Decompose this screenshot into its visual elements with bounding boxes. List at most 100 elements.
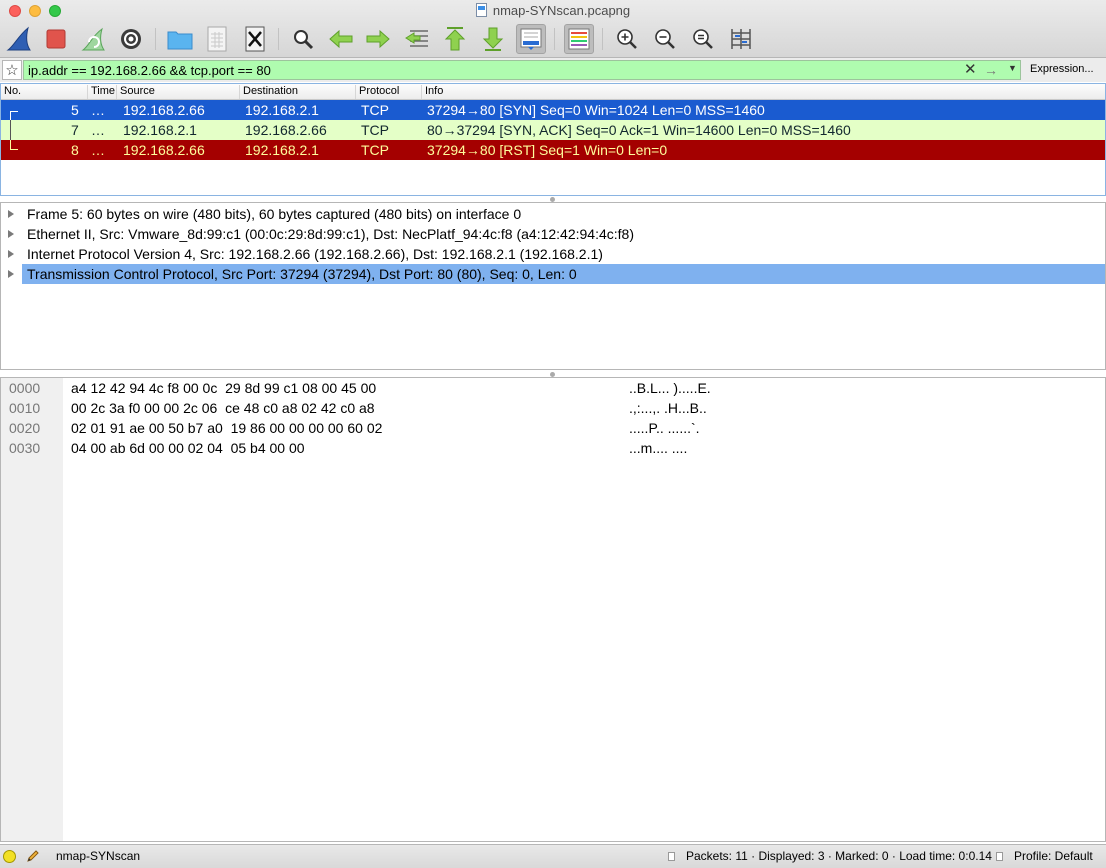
packet-row[interactable]: 5 … 192.168.2.66 192.168.2.1 TCP 37294→8… (1, 100, 1105, 120)
status-profile[interactable]: Profile: Default (1014, 845, 1093, 867)
shark-fin-icon (6, 26, 31, 51)
save-file-button[interactable] (202, 24, 232, 54)
packet-info: 37294→80 [SYN] Seq=0 Win=1024 Len=0 MSS=… (427, 102, 765, 118)
packet-destination: 192.168.2.1 (245, 102, 319, 118)
bytes-ascii[interactable]: .,:...,. .H...B.. (629, 398, 707, 418)
zoom-in-button[interactable] (612, 24, 642, 54)
conversation-bracket (10, 140, 18, 150)
column-header-protocol[interactable]: Protocol (355, 85, 399, 99)
document-grid-icon (207, 26, 227, 52)
conversation-bracket (10, 111, 18, 120)
gear-icon (121, 29, 141, 49)
toolbar-separator (278, 28, 279, 50)
filter-history-chevron-down-icon[interactable]: ▼ (1008, 63, 1017, 73)
stop-capture-button[interactable] (41, 24, 71, 54)
open-file-button[interactable] (165, 24, 195, 54)
expand-triangle-icon[interactable] (8, 250, 14, 258)
bytes-ascii[interactable]: .....P.. ......`. (629, 418, 700, 438)
packet-time: … (91, 122, 105, 138)
window-title-text: nmap-SYNscan.pcapng (492, 3, 631, 18)
zoom-out-button[interactable] (650, 24, 680, 54)
status-file-name: nmap-SYNscan (56, 849, 141, 863)
column-header-destination[interactable]: Destination (239, 85, 298, 99)
packet-protocol: TCP (361, 122, 389, 138)
column-header-no[interactable]: No. (1, 85, 21, 99)
expand-triangle-icon[interactable] (8, 210, 14, 218)
resize-columns-button[interactable] (726, 24, 756, 54)
autoscroll-icon (520, 28, 542, 50)
find-packet-button[interactable] (288, 24, 318, 54)
detail-tree-item-selected[interactable]: Transmission Control Protocol, Src Port:… (1, 264, 1105, 284)
zoom-in-icon (617, 29, 637, 49)
bytes-hex[interactable]: a4 12 42 94 4c f8 00 0c 29 8d 99 c1 08 0… (71, 378, 376, 398)
restart-capture-button[interactable] (78, 24, 108, 54)
arrow-up-icon (444, 27, 466, 51)
arrow-left-icon (329, 29, 353, 49)
go-back-button[interactable] (326, 24, 356, 54)
expand-triangle-icon[interactable] (8, 230, 14, 238)
detail-tree-item[interactable]: Frame 5: 60 bytes on wire (480 bits), 60… (1, 204, 1105, 224)
packet-number: 5 (71, 102, 79, 118)
bytes-hex[interactable]: 04 00 ab 6d 00 00 02 04 05 b4 00 00 (71, 438, 305, 458)
bytes-ascii[interactable]: ..B.L... ).....E. (629, 378, 711, 398)
detail-tree-item[interactable]: Internet Protocol Version 4, Src: 192.16… (1, 244, 1105, 264)
expert-info-led-icon[interactable] (3, 850, 16, 863)
packet-info: 80→37294 [SYN, ACK] Seq=0 Ack=1 Win=1460… (427, 122, 851, 138)
packet-source: 192.168.2.66 (123, 102, 205, 118)
file-properties-icon[interactable] (668, 852, 675, 861)
colorize-list-icon (568, 28, 590, 50)
go-first-button[interactable] (440, 24, 470, 54)
colorize-button[interactable] (564, 24, 594, 54)
arrow-down-icon (482, 27, 504, 51)
normal-size-button[interactable] (688, 24, 718, 54)
toolbar-separator (602, 28, 603, 50)
pcap-file-icon (475, 3, 487, 17)
column-header-source[interactable]: Source (116, 85, 155, 99)
apply-filter-arrow-icon[interactable]: → (984, 61, 998, 79)
profile-doc-icon[interactable] (996, 852, 1003, 861)
detail-tree-item[interactable]: Ethernet II, Src: Vmware_8d:99:c1 (00:0c… (1, 224, 1105, 244)
restart-fin-icon (81, 27, 105, 51)
display-filter-input[interactable] (23, 60, 1021, 80)
status-packet-counts: Packets: 11 · Displayed: 3 · Marked: 0 ·… (686, 849, 992, 863)
status-bar: nmap-SYNscan Packets: 11 · Displayed: 3 … (0, 844, 1106, 868)
packet-number: 8 (71, 142, 79, 158)
zoom-reset-icon (693, 29, 713, 49)
capture-options-button[interactable] (116, 24, 146, 54)
expression-button[interactable]: Expression... (1030, 63, 1094, 75)
packet-row[interactable]: 8 … 192.168.2.66 192.168.2.1 TCP 37294→8… (1, 140, 1105, 160)
detail-tree-label: Frame 5: 60 bytes on wire (480 bits), 60… (27, 206, 522, 222)
packet-source: 192.168.2.1 (123, 122, 197, 138)
close-file-button[interactable] (240, 24, 270, 54)
filter-bookmark-icon[interactable]: ☆ (2, 60, 22, 80)
clear-filter-icon[interactable]: ✕ (964, 61, 977, 79)
packet-row[interactable]: 7 … 192.168.2.1 192.168.2.66 TCP 80→3729… (1, 120, 1105, 140)
bytes-hex[interactable]: 00 2c 3a f0 00 00 2c 06 ce 48 c0 a8 02 4… (71, 398, 375, 418)
bytes-ascii[interactable]: ...m.... .... (629, 438, 687, 458)
conversation-bracket (10, 120, 11, 140)
packet-list: No. Time Source Destination Protocol Inf… (0, 83, 1106, 196)
pencil-icon[interactable] (26, 848, 40, 868)
bytes-hex[interactable]: 02 01 91 ae 00 50 b7 a0 19 86 00 00 00 0… (71, 418, 382, 438)
detail-tree-label: Internet Protocol Version 4, Src: 192.16… (27, 246, 603, 262)
toolbar-separator (155, 28, 156, 50)
go-last-button[interactable] (478, 24, 508, 54)
bytes-offset: 0030 (9, 440, 41, 456)
toolbar-separator (554, 28, 555, 50)
go-to-packet-icon (405, 30, 428, 47)
expand-triangle-icon[interactable] (8, 270, 14, 278)
bytes-offset: 0000 (9, 380, 41, 396)
folder-icon (167, 31, 193, 50)
column-header-time[interactable]: Time (87, 85, 115, 99)
go-forward-button[interactable] (363, 24, 393, 54)
bytes-offset: 0020 (9, 420, 41, 436)
zoom-out-icon (655, 29, 675, 49)
packet-protocol: TCP (361, 142, 389, 158)
packet-info: 37294→80 [RST] Seq=1 Win=0 Len=0 (427, 142, 668, 158)
arrow-right-icon (366, 29, 390, 49)
packet-bytes-pane: 0000 a4 12 42 94 4c f8 00 0c 29 8d 99 c1… (0, 377, 1106, 842)
start-capture-button[interactable] (4, 24, 34, 54)
column-header-info[interactable]: Info (421, 85, 443, 99)
go-to-packet-button[interactable] (402, 24, 432, 54)
autoscroll-button[interactable] (516, 24, 546, 54)
